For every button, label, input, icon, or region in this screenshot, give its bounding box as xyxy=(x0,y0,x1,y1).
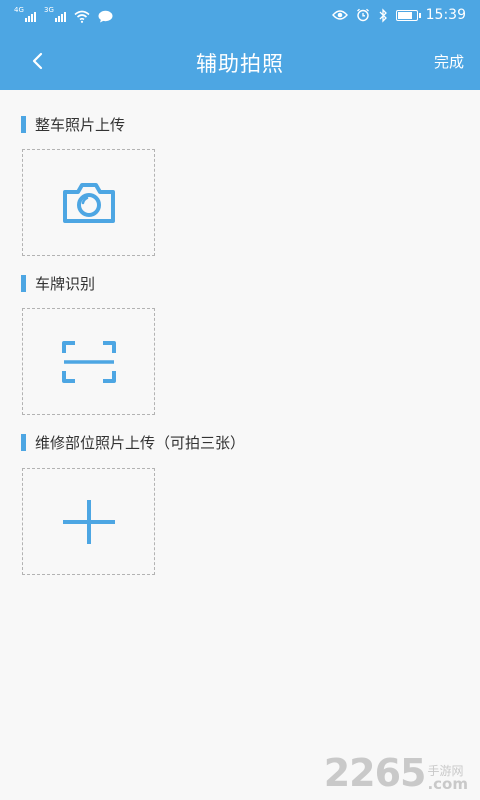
plate-scan-button[interactable] xyxy=(22,308,155,415)
done-button[interactable]: 完成 xyxy=(434,51,464,72)
battery-icon xyxy=(395,9,421,21)
section-marker xyxy=(21,115,26,133)
status-clock: 15:39 xyxy=(425,7,466,23)
wifi-icon xyxy=(74,10,90,23)
watermark-logo: 2265 手游网 .com xyxy=(324,754,468,792)
status-bar: 4G 3G 15:39 xyxy=(0,0,480,31)
repair-photo-add-button[interactable] xyxy=(22,468,155,575)
section-marker xyxy=(21,433,26,451)
section-title-vehicle-photo: 整车照片上传 xyxy=(21,115,126,134)
section-title-plate-recognition: 车牌识别 xyxy=(21,274,96,293)
app-header: 辅助拍照 完成 xyxy=(0,31,480,90)
eye-icon xyxy=(331,10,348,20)
section-label: 车牌识别 xyxy=(35,274,96,293)
section-title-repair-photos: 维修部位照片上传（可拍三张） xyxy=(21,433,246,452)
sim1-network-type: 4G xyxy=(14,6,24,14)
sim1-signal-icon: 4G xyxy=(14,7,36,23)
vehicle-photo-upload-button[interactable] xyxy=(22,149,155,256)
watermark-number: 2265 xyxy=(323,751,427,795)
section-label: 整车照片上传 xyxy=(35,115,126,134)
sim2-network-type: 3G xyxy=(44,6,54,14)
message-icon xyxy=(98,10,113,23)
scan-icon xyxy=(61,340,116,383)
plus-icon xyxy=(62,499,115,544)
section-marker xyxy=(21,274,26,292)
watermark-domain: .com xyxy=(427,775,468,793)
sim2-signal-icon: 3G xyxy=(44,7,66,23)
page-title: 辅助拍照 xyxy=(196,52,284,76)
camera-icon xyxy=(62,182,115,223)
alarm-icon xyxy=(356,8,369,22)
bluetooth-icon xyxy=(379,7,387,23)
section-label: 维修部位照片上传（可拍三张） xyxy=(35,433,246,452)
